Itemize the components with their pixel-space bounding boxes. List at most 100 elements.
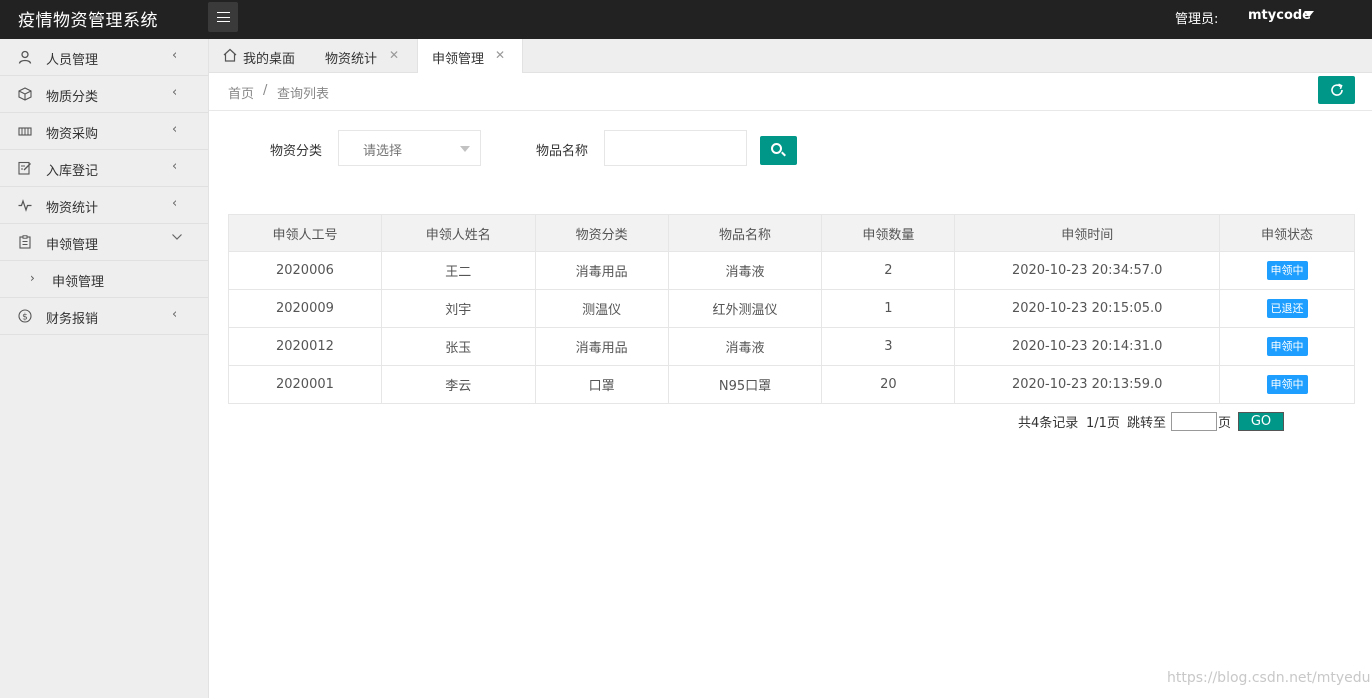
category-select[interactable]: 请选择 <box>338 130 481 166</box>
sidebar-item-apply[interactable]: 申领管理 <box>0 224 208 261</box>
column-header: 物资分类 <box>534 214 669 252</box>
tab-desktop[interactable]: 我的桌面 <box>209 39 309 73</box>
column-header: 申领状态 <box>1219 214 1355 252</box>
chevron-left-icon: ‹ <box>172 307 178 322</box>
top-header: 疫情物资管理系统 管理员: mtycode <box>0 0 1372 39</box>
page-jump-input[interactable] <box>1171 412 1217 431</box>
close-icon[interactable]: ✕ <box>495 48 505 62</box>
column-header: 申领人姓名 <box>380 214 536 252</box>
cell-applicant-name: 张玉 <box>380 327 536 366</box>
sidebar-item-label: 财务报销 <box>46 312 99 327</box>
cell-employee-id: 2020006 <box>228 251 382 290</box>
cart-icon <box>18 124 32 138</box>
dollar-icon: $ <box>18 309 32 323</box>
pagination-page-unit: 页 <box>1218 416 1232 431</box>
tab-statistics[interactable]: 物资统计 ✕ <box>309 39 416 73</box>
cell-status: 申领中 <box>1219 365 1355 404</box>
sidebar-item-label: 申领管理 <box>46 238 99 253</box>
refresh-icon <box>1330 83 1343 96</box>
cell-applicant-name: 刘宇 <box>380 289 536 328</box>
column-header: 申领人工号 <box>228 214 382 252</box>
category-label: 物资分类 <box>270 144 323 159</box>
cell-employee-id: 2020001 <box>228 365 382 404</box>
apply-table: 申领人工号 申领人姓名 物资分类 物品名称 申领数量 申领时间 申领状态 202… <box>228 214 1355 404</box>
column-header: 申领时间 <box>954 214 1221 252</box>
table-header-row: 申领人工号 申领人姓名 物资分类 物品名称 申领数量 申领时间 申领状态 <box>228 214 1355 252</box>
chevron-right-icon: › <box>30 271 35 285</box>
sidebar-item-personnel[interactable]: 人员管理 ‹ <box>0 39 208 76</box>
sidebar-item-stock-in[interactable]: 入库登记 ‹ <box>0 150 208 187</box>
svg-text:$: $ <box>22 312 28 322</box>
chevron-left-icon: ‹ <box>172 48 178 63</box>
sidebar-item-label: 物资采购 <box>46 127 99 142</box>
cell-quantity: 20 <box>821 365 956 404</box>
sidebar-subitem-label: 申领管理 <box>52 275 105 290</box>
item-name-input[interactable] <box>604 130 747 166</box>
status-badge: 申领中 <box>1266 261 1308 280</box>
menu-toggle-button[interactable] <box>208 2 238 32</box>
breadcrumb-home[interactable]: 首页 <box>228 83 254 102</box>
cell-category: 消毒用品 <box>534 251 669 290</box>
cell-category: 消毒用品 <box>534 327 669 366</box>
sidebar-item-label: 入库登记 <box>46 164 99 179</box>
cell-applicant-name: 王二 <box>380 251 536 290</box>
admin-label: 管理员: <box>1175 12 1219 27</box>
chevron-left-icon: ‹ <box>172 122 178 137</box>
tab-bar: 我的桌面 物资统计 ✕ 申领管理 ✕ <box>209 39 1372 74</box>
table-row: 2020012 张玉 消毒用品 消毒液 3 2020-10-23 20:14:3… <box>228 327 1355 366</box>
tab-label: 我的桌面 <box>243 52 296 67</box>
sidebar-item-label: 物质分类 <box>46 90 99 105</box>
sidebar-item-label: 物资统计 <box>46 201 99 216</box>
breadcrumb-separator: / <box>263 83 268 98</box>
status-badge: 已退还 <box>1266 299 1308 318</box>
chevron-down-icon <box>171 231 183 247</box>
chevron-left-icon: ‹ <box>172 159 178 174</box>
cell-status: 申领中 <box>1219 327 1355 366</box>
sidebar-item-statistics[interactable]: 物资统计 ‹ <box>0 187 208 224</box>
user-icon <box>18 50 32 64</box>
column-header: 物品名称 <box>667 214 823 252</box>
cell-apply-time: 2020-10-23 20:14:31.0 <box>954 327 1221 366</box>
sidebar-item-finance[interactable]: $ 财务报销 ‹ <box>0 298 208 335</box>
search-button[interactable] <box>760 136 797 165</box>
breadcrumb-current: 查询列表 <box>277 87 330 102</box>
cell-quantity: 1 <box>821 289 956 328</box>
cell-quantity: 3 <box>821 327 956 366</box>
close-icon[interactable]: ✕ <box>389 48 399 62</box>
chevron-left-icon: ‹ <box>172 196 178 211</box>
status-badge: 申领中 <box>1266 337 1308 356</box>
hamburger-icon <box>216 12 230 22</box>
pagination-total: 共4条记录 <box>1018 416 1079 431</box>
table-row: 2020006 王二 消毒用品 消毒液 2 2020-10-23 20:34:5… <box>228 251 1355 290</box>
cell-status: 申领中 <box>1219 251 1355 290</box>
sidebar-subitem-apply-management[interactable]: › 申领管理 <box>0 261 208 298</box>
cell-category: 口罩 <box>534 365 669 404</box>
edit-icon <box>18 161 32 175</box>
cell-category: 测温仪 <box>534 289 669 328</box>
go-button[interactable]: GO <box>1238 412 1284 431</box>
cell-item-name: 消毒液 <box>667 251 823 290</box>
home-icon <box>223 48 237 66</box>
admin-user-menu[interactable]: mtycode <box>1248 8 1311 23</box>
cell-apply-time: 2020-10-23 20:13:59.0 <box>954 365 1221 404</box>
pagination-jump-label: 跳转至 <box>1127 416 1167 431</box>
tab-apply-management[interactable]: 申领管理 ✕ <box>417 39 523 74</box>
column-header: 申领数量 <box>821 214 956 252</box>
status-badge: 申领中 <box>1266 375 1308 394</box>
app-title: 疫情物资管理系统 <box>18 11 158 31</box>
cell-employee-id: 2020009 <box>228 289 382 328</box>
cell-item-name: 红外测温仪 <box>667 289 823 328</box>
breadcrumb: 首页 / 查询列表 <box>209 73 1372 111</box>
sidebar-item-purchase[interactable]: 物资采购 ‹ <box>0 113 208 150</box>
caret-down-icon[interactable] <box>1304 11 1314 17</box>
cell-item-name: 消毒液 <box>667 327 823 366</box>
sidebar-item-category[interactable]: 物质分类 ‹ <box>0 76 208 113</box>
category-select-placeholder: 请选择 <box>363 144 403 159</box>
refresh-button[interactable] <box>1318 76 1355 104</box>
tab-label: 申领管理 <box>432 52 485 67</box>
chevron-left-icon: ‹ <box>172 85 178 100</box>
watermark: https://blog.csdn.net/mtyedu <box>1167 670 1371 686</box>
cell-item-name: N95口罩 <box>667 365 823 404</box>
table-row: 2020009 刘宇 测温仪 红外测温仪 1 2020-10-23 20:15:… <box>228 289 1355 328</box>
item-name-label: 物品名称 <box>536 144 589 159</box>
